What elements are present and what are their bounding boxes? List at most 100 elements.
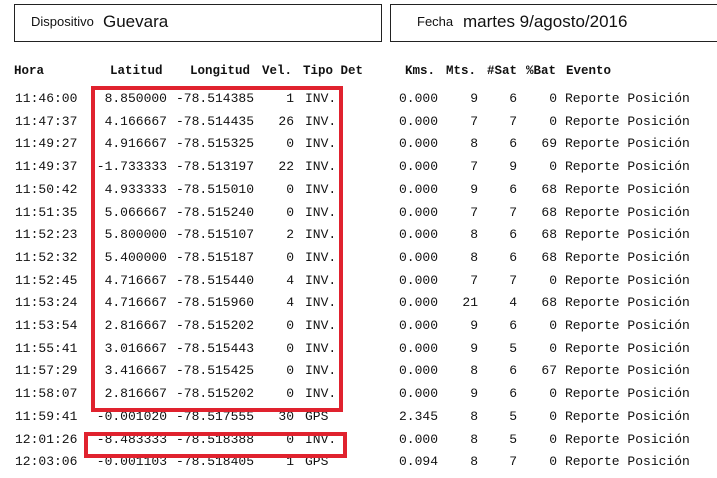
cell-mts: 8 bbox=[470, 363, 478, 379]
cell-sat: 6 bbox=[509, 249, 517, 265]
cell-mts: 8 bbox=[470, 408, 478, 424]
cell-evento: Reporte Posición bbox=[565, 204, 690, 220]
cell-sat: 6 bbox=[509, 91, 517, 106]
cell-evento: Reporte Posición bbox=[565, 91, 690, 106]
cell-kms: 0.000 bbox=[398, 113, 438, 129]
cell-evento: Reporte Posición bbox=[565, 249, 690, 265]
cell-kms: 0.000 bbox=[398, 136, 438, 152]
cell-sat: 6 bbox=[509, 227, 517, 243]
cell-evento: Reporte Posición bbox=[565, 318, 690, 333]
cell-hora: 11:52:23 bbox=[15, 227, 78, 243]
cell-mts: 7 bbox=[470, 159, 478, 175]
cell-bat: 0 bbox=[549, 318, 557, 333]
cell-hora: 11:55:41 bbox=[15, 340, 78, 356]
cell-bat: 68 bbox=[541, 227, 557, 243]
cell-sat: 4 bbox=[509, 295, 517, 311]
col-bat: %Bat bbox=[526, 64, 557, 78]
cell-bat: 68 bbox=[541, 181, 557, 197]
cell-sat: 6 bbox=[509, 136, 517, 152]
cell-mts: 8 bbox=[470, 431, 478, 447]
cell-mts: 21 bbox=[462, 295, 478, 311]
cell-mts: 7 bbox=[470, 113, 478, 129]
cell-bat: 0 bbox=[549, 159, 557, 175]
device-box: Dispositivo Guevara bbox=[14, 4, 382, 42]
cell-kms: 0.000 bbox=[398, 295, 438, 311]
device-value: Guevara bbox=[103, 12, 169, 31]
cell-kms: 2.345 bbox=[398, 408, 438, 424]
cell-evento: Reporte Posición bbox=[565, 431, 690, 447]
cell-hora: 11:51:35 bbox=[15, 204, 78, 220]
col-mts: Mts. bbox=[446, 64, 477, 78]
cell-bat: 0 bbox=[549, 91, 557, 106]
cell-bat: 68 bbox=[541, 295, 557, 311]
cell-hora: 11:58:07 bbox=[15, 386, 78, 402]
cell-bat: 0 bbox=[549, 113, 557, 129]
cell-hora: 11:46:00 bbox=[15, 91, 78, 106]
cell-hora: 11:53:24 bbox=[15, 295, 78, 311]
cell-hora: 11:52:45 bbox=[15, 272, 78, 288]
cell-kms: 0.000 bbox=[398, 340, 438, 356]
cell-evento: Reporte Posición bbox=[565, 227, 690, 243]
cell-evento: Reporte Posición bbox=[565, 272, 690, 288]
cell-hora: 11:57:29 bbox=[15, 363, 78, 379]
cell-evento: Reporte Posición bbox=[565, 386, 690, 402]
cell-hora: 11:52:32 bbox=[15, 249, 78, 265]
cell-bat: 67 bbox=[541, 363, 557, 379]
cell-sat: 7 bbox=[509, 113, 517, 129]
cell-mts: 8 bbox=[470, 136, 478, 152]
date-value: martes 9/agosto/2016 bbox=[463, 12, 628, 31]
cell-kms: 0.000 bbox=[398, 159, 438, 175]
cell-evento: Reporte Posición bbox=[565, 181, 690, 197]
col-tipo-det: Tipo Det bbox=[303, 64, 364, 78]
cell-sat: 5 bbox=[509, 340, 517, 356]
cell-evento: Reporte Posición bbox=[565, 136, 690, 152]
cell-mts: 8 bbox=[470, 454, 478, 470]
cell-sat: 6 bbox=[509, 363, 517, 379]
cell-mts: 9 bbox=[470, 181, 478, 197]
cell-sat: 6 bbox=[509, 318, 517, 333]
cell-bat: 0 bbox=[549, 431, 557, 447]
cell-sat: 7 bbox=[509, 272, 517, 288]
cell-mts: 8 bbox=[470, 249, 478, 265]
cell-hora: 11:49:27 bbox=[15, 136, 78, 152]
cell-evento: Reporte Posición bbox=[565, 363, 690, 379]
cell-evento: Reporte Posición bbox=[565, 454, 690, 470]
cell-evento: Reporte Posición bbox=[565, 340, 690, 356]
cell-kms: 0.000 bbox=[398, 204, 438, 220]
highlight-box-negative-lat-row bbox=[84, 432, 347, 458]
cell-kms: 0.000 bbox=[398, 181, 438, 197]
col-latitud: Latitud bbox=[110, 64, 163, 78]
col-evento: Evento bbox=[566, 64, 612, 78]
cell-mts: 9 bbox=[470, 386, 478, 402]
cell-hora: 12:03:06 bbox=[15, 454, 78, 470]
cell-hora: 11:50:42 bbox=[15, 181, 78, 197]
cell-mts: 8 bbox=[470, 227, 478, 243]
cell-sat: 9 bbox=[509, 159, 517, 175]
cell-sat: 5 bbox=[509, 408, 517, 424]
cell-mts: 9 bbox=[470, 91, 478, 106]
cell-kms: 0.000 bbox=[398, 386, 438, 402]
col-hora: Hora bbox=[14, 64, 45, 78]
cell-mts: 7 bbox=[470, 204, 478, 220]
cell-kms: 0.000 bbox=[398, 227, 438, 243]
cell-evento: Reporte Posición bbox=[565, 159, 690, 175]
col-sat: #Sat bbox=[487, 64, 518, 78]
date-label: Fecha bbox=[417, 14, 454, 29]
col-longitud: Longitud bbox=[190, 64, 251, 78]
date-box: Fecha martes 9/agosto/2016 bbox=[390, 4, 717, 42]
cell-bat: 0 bbox=[549, 408, 557, 424]
cell-kms: 0.000 bbox=[398, 91, 438, 106]
cell-kms: 0.000 bbox=[398, 272, 438, 288]
cell-kms: 0.000 bbox=[398, 363, 438, 379]
cell-mts: 7 bbox=[470, 272, 478, 288]
cell-kms: 0.094 bbox=[398, 454, 438, 470]
cell-sat: 7 bbox=[509, 454, 517, 470]
cell-bat: 69 bbox=[541, 136, 557, 152]
cell-bat: 68 bbox=[541, 249, 557, 265]
cell-sat: 6 bbox=[509, 386, 517, 402]
cell-hora: 11:47:37 bbox=[15, 113, 78, 129]
cell-hora: 11:53:54 bbox=[15, 318, 78, 333]
cell-sat: 6 bbox=[509, 181, 517, 197]
cell-evento: Reporte Posición bbox=[565, 408, 690, 424]
cell-sat: 7 bbox=[509, 204, 517, 220]
